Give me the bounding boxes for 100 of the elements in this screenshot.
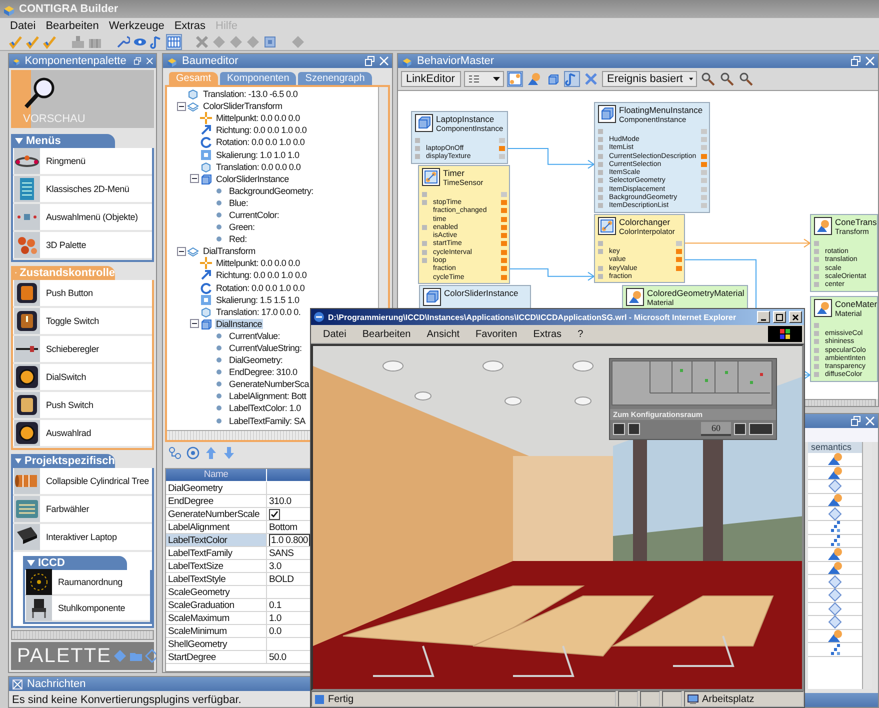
- output-port[interactable]: [676, 248, 682, 254]
- input-port[interactable]: [598, 154, 603, 159]
- tree-item[interactable]: CurrentColor:: [228, 210, 280, 220]
- tree-item[interactable]: LabelTextFamily: SA: [228, 416, 306, 426]
- input-port[interactable]: [598, 162, 603, 167]
- tree-item[interactable]: DialInstance: [215, 318, 263, 329]
- output-port[interactable]: [501, 216, 507, 222]
- tree-item[interactable]: DialGeometry:: [228, 355, 284, 366]
- input-port[interactable]: [598, 178, 603, 184]
- output-port[interactable]: [501, 192, 507, 197]
- collapse-toggle[interactable]: [177, 246, 186, 256]
- palette-item[interactable]: Klassisches 2D-Menü: [46, 184, 130, 194]
- input-port[interactable]: [422, 192, 427, 197]
- output-port[interactable]: [501, 258, 507, 264]
- menu-item[interactable]: ?: [578, 328, 584, 340]
- triangle-icon[interactable]: [15, 137, 23, 145]
- connection-arrow[interactable]: [684, 238, 811, 248]
- menu-item[interactable]: Favoriten: [476, 328, 518, 340]
- property-name[interactable]: LabelTextSize: [166, 560, 267, 573]
- input-port[interactable]: [598, 145, 603, 150]
- output-port[interactable]: [501, 208, 507, 214]
- output-port[interactable]: [701, 178, 707, 184]
- layout-dropdown[interactable]: [464, 71, 504, 87]
- node-card[interactable]: ColorSliderInstance: [419, 285, 531, 310]
- property-name[interactable]: LabelTextFamily: [166, 547, 267, 560]
- input-port[interactable]: [598, 128, 603, 134]
- input-port[interactable]: [814, 257, 819, 262]
- zoom-fit-icon[interactable]: [738, 71, 754, 87]
- mode-dropdown[interactable]: Ereignis basiert: [602, 71, 697, 87]
- input-port[interactable]: [598, 195, 603, 200]
- tree-item[interactable]: Rotation: 0.0 0.0 1.0 0.0: [215, 282, 306, 293]
- property-name[interactable]: StartDegree: [166, 651, 267, 664]
- hud-button[interactable]: [749, 423, 773, 435]
- hud-button[interactable]: [734, 423, 746, 435]
- palette-item[interactable]: Raumanordnung: [58, 577, 122, 587]
- input-port[interactable]: [598, 186, 603, 192]
- note-icon[interactable]: [564, 71, 580, 87]
- output-port[interactable]: [701, 170, 707, 176]
- input-port[interactable]: [415, 146, 420, 151]
- input-port[interactable]: [422, 258, 427, 264]
- blocks-icon[interactable]: [70, 34, 86, 50]
- wrench-icon[interactable]: [115, 34, 131, 50]
- maximize-button[interactable]: [773, 311, 786, 323]
- input-port[interactable]: [422, 241, 427, 246]
- pencil-check-icon[interactable]: [8, 34, 24, 50]
- group-header[interactable]: Menüs: [11, 134, 115, 148]
- restore-icon[interactable]: [365, 56, 375, 66]
- tree-item[interactable]: BackgroundGeometry:: [228, 186, 314, 196]
- tree-item[interactable]: Richtung: 0.0 0.0 1.0 0.0: [215, 125, 308, 136]
- output-port[interactable]: [701, 203, 707, 208]
- connection-arrow[interactable]: [508, 148, 595, 169]
- palette-item[interactable]: Ringmenü: [46, 156, 86, 166]
- menu-item[interactable]: Bearbeiten: [46, 20, 99, 32]
- tree-item[interactable]: CurrentValueString:: [228, 343, 303, 354]
- output-port[interactable]: [701, 145, 707, 150]
- menu-item[interactable]: Ansicht: [426, 328, 460, 340]
- input-port[interactable]: [814, 248, 819, 254]
- property-name[interactable]: LabelTextColor: [166, 534, 267, 547]
- input-port[interactable]: [814, 348, 819, 353]
- menu-item[interactable]: Datei: [323, 328, 346, 340]
- diamond-icon[interactable]: [113, 648, 128, 664]
- input-port[interactable]: [598, 136, 603, 142]
- menu-item[interactable]: Bearbeiten: [362, 328, 411, 340]
- nodes-icon[interactable]: [167, 445, 183, 461]
- scrollbar[interactable]: [11, 630, 154, 640]
- output-port[interactable]: [501, 224, 507, 230]
- tree-item[interactable]: Rotation: 0.0 0.0 1.0 0.0: [215, 137, 306, 148]
- property-name[interactable]: LabelTextStyle: [166, 573, 267, 586]
- close-button[interactable]: [789, 311, 802, 323]
- input-port[interactable]: [422, 250, 427, 255]
- output-port[interactable]: [501, 241, 507, 246]
- zoom-out-icon[interactable]: [719, 71, 735, 87]
- diamond-icon[interactable]: [145, 648, 156, 664]
- input-port[interactable]: [598, 203, 603, 208]
- tree-item[interactable]: Mittelpunkt: 0.0 0.0 0.0: [215, 113, 301, 124]
- target-icon[interactable]: [185, 445, 201, 461]
- hud-button[interactable]: [613, 423, 625, 435]
- connection-arrow[interactable]: [510, 268, 595, 281]
- link-nodes-icon[interactable]: [507, 71, 523, 87]
- palette-item[interactable]: 3D Palette: [46, 240, 86, 250]
- collapse-toggle[interactable]: [177, 102, 186, 111]
- pencil-check-icon[interactable]: [42, 34, 58, 50]
- palette-item[interactable]: DialSwitch: [46, 372, 86, 382]
- property-name[interactable]: ShellGeometry: [166, 638, 267, 651]
- output-port[interactable]: [676, 240, 682, 246]
- tree-item[interactable]: Skalierung: 1.0 1.0 1.0: [215, 150, 300, 160]
- tree-item[interactable]: Red:: [228, 234, 248, 244]
- down-arrow-icon[interactable]: [221, 445, 237, 461]
- restore-icon[interactable]: [851, 56, 861, 66]
- tree-item[interactable]: Skalierung: 1.5 1.5 1.0: [215, 294, 300, 305]
- input-port[interactable]: [814, 339, 819, 344]
- close-icon[interactable]: [583, 71, 599, 87]
- input-port[interactable]: [598, 266, 603, 271]
- grid-icon[interactable]: [166, 34, 182, 50]
- property-name[interactable]: GenerateNumberScale: [166, 508, 267, 521]
- output-port[interactable]: [501, 250, 507, 255]
- palette-item[interactable]: Toggle Switch: [46, 316, 99, 326]
- checkbox[interactable]: [269, 508, 280, 520]
- output-port[interactable]: [501, 200, 507, 205]
- property-name[interactable]: ScaleGeometry: [166, 586, 267, 599]
